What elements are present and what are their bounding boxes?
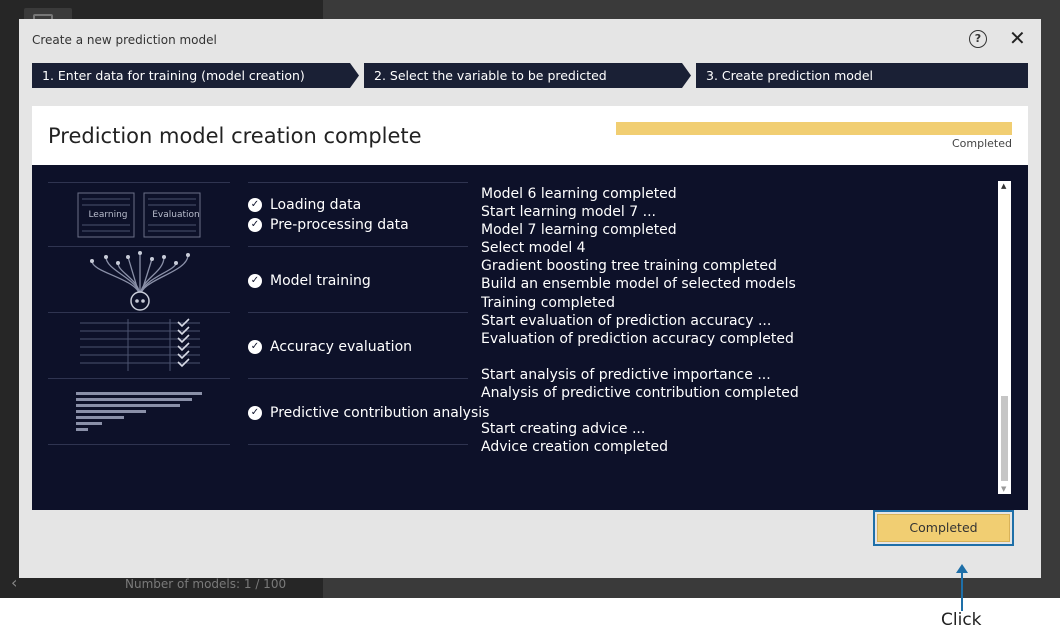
stage-divider	[48, 444, 230, 445]
create-model-dialog: Create a new prediction model ? ✕ 1. Ent…	[19, 19, 1041, 578]
stage-item: ✓ Pre-processing data	[248, 215, 409, 235]
stage-item: ✓ Accuracy evaluation	[248, 337, 412, 357]
log-scrollbar[interactable]: ▲ ▼	[998, 181, 1011, 494]
check-icon: ✓	[248, 198, 262, 212]
stage-divider	[248, 246, 468, 247]
stage-divider	[248, 378, 468, 379]
stage-data-preparation: ✓ Loading data ✓ Pre-processing data	[248, 195, 409, 235]
scroll-thumb[interactable]	[1001, 396, 1008, 481]
log-line: Gradient boosting tree training complete…	[481, 258, 777, 275]
step-1: 1. Enter data for training (model creati…	[32, 63, 359, 88]
log-line: Training completed	[481, 294, 615, 311]
background-chevron-left-icon: ‹	[11, 573, 18, 592]
progress-bar-fill	[616, 122, 1012, 135]
stage-label: Predictive contribution analysis	[270, 405, 490, 421]
click-annotation-label: Click	[941, 610, 982, 630]
model-tree-illustration	[90, 251, 190, 311]
stage-item: ✓ Predictive contribution analysis	[248, 403, 489, 423]
log-line: Model 7 learning completed	[481, 222, 677, 239]
background-model-count: Number of models: 1 / 100	[125, 577, 287, 591]
panel-title: Prediction model creation complete	[48, 124, 422, 148]
check-icon: ✓	[248, 274, 262, 288]
log-line: Select model 4	[481, 240, 586, 257]
stage-label: Model training	[270, 273, 371, 289]
stage-divider	[48, 246, 230, 247]
stage-contribution: ✓ Predictive contribution analysis	[248, 403, 489, 423]
step-3: 3. Create prediction model	[696, 63, 1028, 88]
evaluation-label: Evaluation	[152, 210, 200, 220]
dialog-title: Create a new prediction model	[32, 33, 217, 47]
progress-bar	[616, 122, 1012, 135]
check-icon: ✓	[248, 406, 262, 420]
checklist-illustration	[80, 318, 200, 371]
learning-label: Learning	[88, 210, 128, 220]
process-log: Model 6 learning completed Start learning…	[481, 165, 1001, 495]
annotation-arrow-line	[961, 570, 963, 611]
contribution-bars-illustration	[76, 392, 202, 431]
log-line: Start analysis of predictive importance …	[481, 366, 771, 383]
check-icon: ✓	[248, 340, 262, 354]
stage-item: ✓ Loading data	[248, 195, 409, 215]
log-line: Advice creation completed	[481, 439, 669, 456]
stage-divider	[48, 312, 230, 313]
close-icon[interactable]: ✕	[1009, 27, 1026, 49]
stage-divider	[48, 182, 230, 183]
stage-evaluation: ✓ Accuracy evaluation	[248, 337, 412, 357]
completed-button[interactable]: Completed	[877, 514, 1010, 542]
log-line: Evaluation of prediction accuracy comple…	[481, 330, 794, 347]
log-line: Analysis of predictive contribution comp…	[481, 385, 799, 402]
progress-panel: Prediction model creation complete Compl…	[32, 106, 1028, 510]
stage-divider	[248, 312, 468, 313]
stage-divider	[248, 182, 468, 183]
stage-label: Accuracy evaluation	[270, 339, 413, 355]
log-line: Model 6 learning completed	[481, 186, 677, 202]
stage-label: Pre-processing data	[270, 217, 409, 233]
stage-divider	[248, 444, 468, 445]
stage-item: ✓ Model training	[248, 271, 371, 291]
step-2: 2. Select the variable to be predicted	[364, 63, 691, 88]
log-line: Start learning model 7 ...	[481, 204, 656, 221]
stage-label: Loading data	[270, 197, 362, 213]
scroll-down-arrow-icon[interactable]: ▼	[1001, 485, 1006, 493]
check-icon: ✓	[248, 218, 262, 232]
stage-divider	[48, 378, 230, 379]
scroll-up-arrow-icon[interactable]: ▲	[1001, 182, 1006, 190]
progress-status-label: Completed	[952, 137, 1012, 150]
log-line: Start evaluation of prediction accuracy …	[481, 312, 772, 329]
stage-training: ✓ Model training	[248, 271, 371, 291]
log-line: Build an ensemble model of selected mode…	[481, 276, 796, 293]
log-line: Start creating advice ...	[481, 421, 646, 438]
panel-header: Prediction model creation complete Compl…	[32, 106, 1028, 165]
process-body: Learning Evaluation ✓ Loading data ✓ Pre…	[32, 165, 1028, 510]
help-icon[interactable]: ?	[969, 30, 987, 48]
